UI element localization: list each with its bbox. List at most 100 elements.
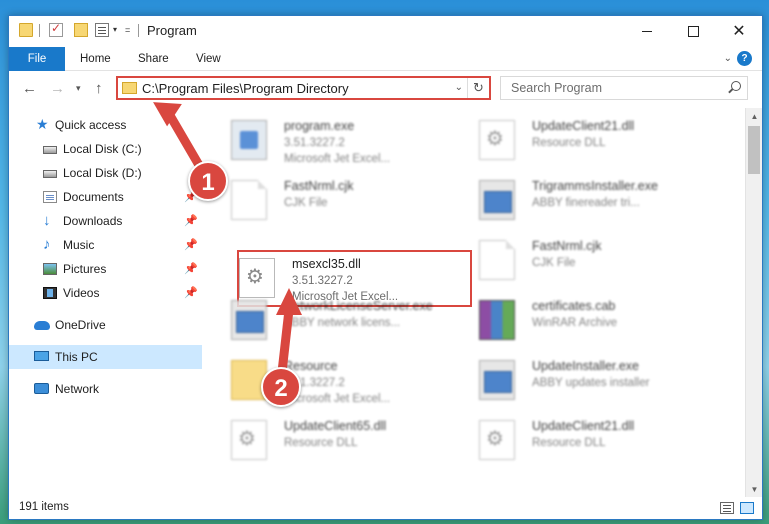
maximize-button[interactable] [670,16,716,46]
file-item[interactable]: TrigrammsInstaller.exe ABBY finereader t… [457,171,697,227]
file-name: UpdateInstaller.exe [532,359,640,373]
sidebar-item-documents[interactable]: Documents 📌 [9,185,202,209]
equals-icon: = [125,25,131,35]
ribbon-tabs: File Home Share View ⌄ ? [9,47,762,71]
file-name: certificates.cab [532,299,616,313]
address-dropdown-icon[interactable]: ⌄ [455,82,463,93]
this-pc-icon [34,351,49,361]
close-button[interactable]: ✕ [716,16,762,46]
file-name: program.exe [284,119,355,133]
sidebar-item-label: Network [55,382,100,396]
sidebar-item-label: Music [63,238,95,252]
file-description: Microsoft Jet Excel... [284,393,391,405]
sidebar-item-label: Pictures [63,262,107,276]
address-bar[interactable]: C:\Program Files\Program Directory ⌄ ↻ [116,76,491,100]
sidebar-item-network[interactable]: Network [9,377,202,401]
dll-icon [479,120,515,160]
file-description: Microsoft Jet Excel... [284,153,391,165]
file-item[interactable]: Resource 3.51.3227.2 Microsoft Jet Excel… [209,351,449,407]
explorer-window: ▾ = Program ✕ File Home Share View ⌄ ? ←… [8,15,763,520]
pin-icon[interactable]: 📌 [184,233,198,257]
file-type: CJK File [532,257,576,269]
refresh-button[interactable]: ↻ [467,78,489,98]
pin-icon[interactable]: 📌 [184,281,198,305]
sidebar-item-label: Local Disk (C:) [63,142,142,156]
sidebar-item-local-disk-c[interactable]: Local Disk (C:) [9,137,202,161]
scroll-down-button[interactable]: ▼ [746,481,763,498]
folder-icon[interactable] [19,23,33,37]
large-icons-view-icon[interactable] [740,502,754,514]
address-path[interactable]: C:\Program Files\Program Directory [142,81,349,96]
tab-view[interactable]: View [196,47,221,71]
recent-locations-button[interactable]: ▾ [76,83,81,94]
sidebar-item-label: Downloads [63,214,123,228]
file-item[interactable]: UpdateInstaller.exe ABBY updates install… [457,351,697,407]
sidebar-item-onedrive[interactable]: OneDrive [9,313,202,337]
title-bar: ▾ = Program ✕ [9,16,762,46]
up-button[interactable]: ↑ [95,80,103,97]
customize-dropdown-icon[interactable]: ▾ [113,25,117,34]
properties-check-icon[interactable] [49,21,63,37]
search-input[interactable] [501,77,723,99]
file-name: UpdateClient21.dll [532,419,635,433]
file-item[interactable]: FastNrml.cjk CJK File [457,231,697,287]
sidebar-item-downloads[interactable]: ↓ Downloads 📌 [9,209,202,233]
sidebar-item-label: OneDrive [55,318,106,332]
pictures-icon [43,263,57,275]
sidebar-item-label: Quick access [55,118,127,132]
details-view-icon[interactable] [720,502,734,514]
disk-icon [43,146,57,154]
file-name: UpdateClient65.dll [284,419,387,433]
minimize-button[interactable] [624,16,670,46]
file-type: WinRAR Archive [532,317,617,329]
file-type: Resource DLL [532,437,606,449]
status-bar: 191 items [9,497,762,519]
sidebar-item-label: Documents [63,190,124,204]
toolbar-divider [39,24,40,37]
file-item[interactable]: program.exe 3.51.3227.2 Microsoft Jet Ex… [209,111,449,167]
tab-home[interactable]: Home [80,47,111,71]
file-name: NetworkLicenseServer.exe [284,299,433,313]
window-title: Program [147,23,197,38]
scroll-up-button[interactable]: ▲ [746,108,763,125]
help-icon[interactable]: ? [737,51,752,66]
file-name: FastNrml.cjk [284,179,354,193]
new-folder-icon[interactable] [74,23,88,37]
star-icon: ★ [36,116,49,132]
file-item[interactable]: NetworkLicenseServer.exe ABBY network li… [209,291,449,347]
file-item[interactable]: certificates.cab WinRAR Archive [457,291,697,347]
vertical-scrollbar[interactable]: ▲ ▼ [745,108,762,498]
quick-access-properties-icon[interactable] [95,23,109,37]
navigation-pane: ★ Quick access Local Disk (C:) Local Dis… [9,108,204,498]
sidebar-item-pictures[interactable]: Pictures 📌 [9,257,202,281]
file-name: FastNrml.cjk [532,239,602,253]
item-count: 191 items [19,501,69,513]
sidebar-item-this-pc[interactable]: This PC [9,345,202,369]
back-button[interactable]: ← [22,80,37,97]
file-item[interactable]: UpdateClient65.dll Resource DLL [209,411,449,467]
pin-icon[interactable]: 📌 [184,257,198,281]
search-box[interactable] [500,76,748,100]
file-item[interactable]: FastNrml.cjk CJK File [209,171,449,227]
file-item[interactable]: UpdateClient21.dll Resource DLL [457,111,697,167]
forward-button[interactable]: → [50,80,65,97]
disk-icon [43,170,57,178]
scroll-thumb[interactable] [748,126,760,174]
sidebar-item-quick-access[interactable]: ★ Quick access [9,113,202,137]
search-icon[interactable] [731,81,741,91]
sidebar-item-videos[interactable]: Videos 📌 [9,281,202,305]
tab-file[interactable]: File [9,47,65,71]
sidebar-item-label: Local Disk (D:) [63,166,142,180]
videos-icon [43,287,57,299]
program-icon [231,120,267,160]
onedrive-icon [34,321,50,330]
expand-ribbon-icon[interactable]: ⌄ [724,53,732,64]
sidebar-item-music[interactable]: ♪ Music 📌 [9,233,202,257]
sidebar-item-local-disk-d[interactable]: Local Disk (D:) [9,161,202,185]
file-name: TrigrammsInstaller.exe [532,179,658,193]
documents-icon [43,191,57,203]
pin-icon[interactable]: 📌 [184,209,198,233]
tab-share[interactable]: Share [138,47,169,71]
sidebar-item-label: Videos [63,286,100,300]
file-item[interactable]: UpdateClient21.dll Resource DLL [457,411,697,467]
